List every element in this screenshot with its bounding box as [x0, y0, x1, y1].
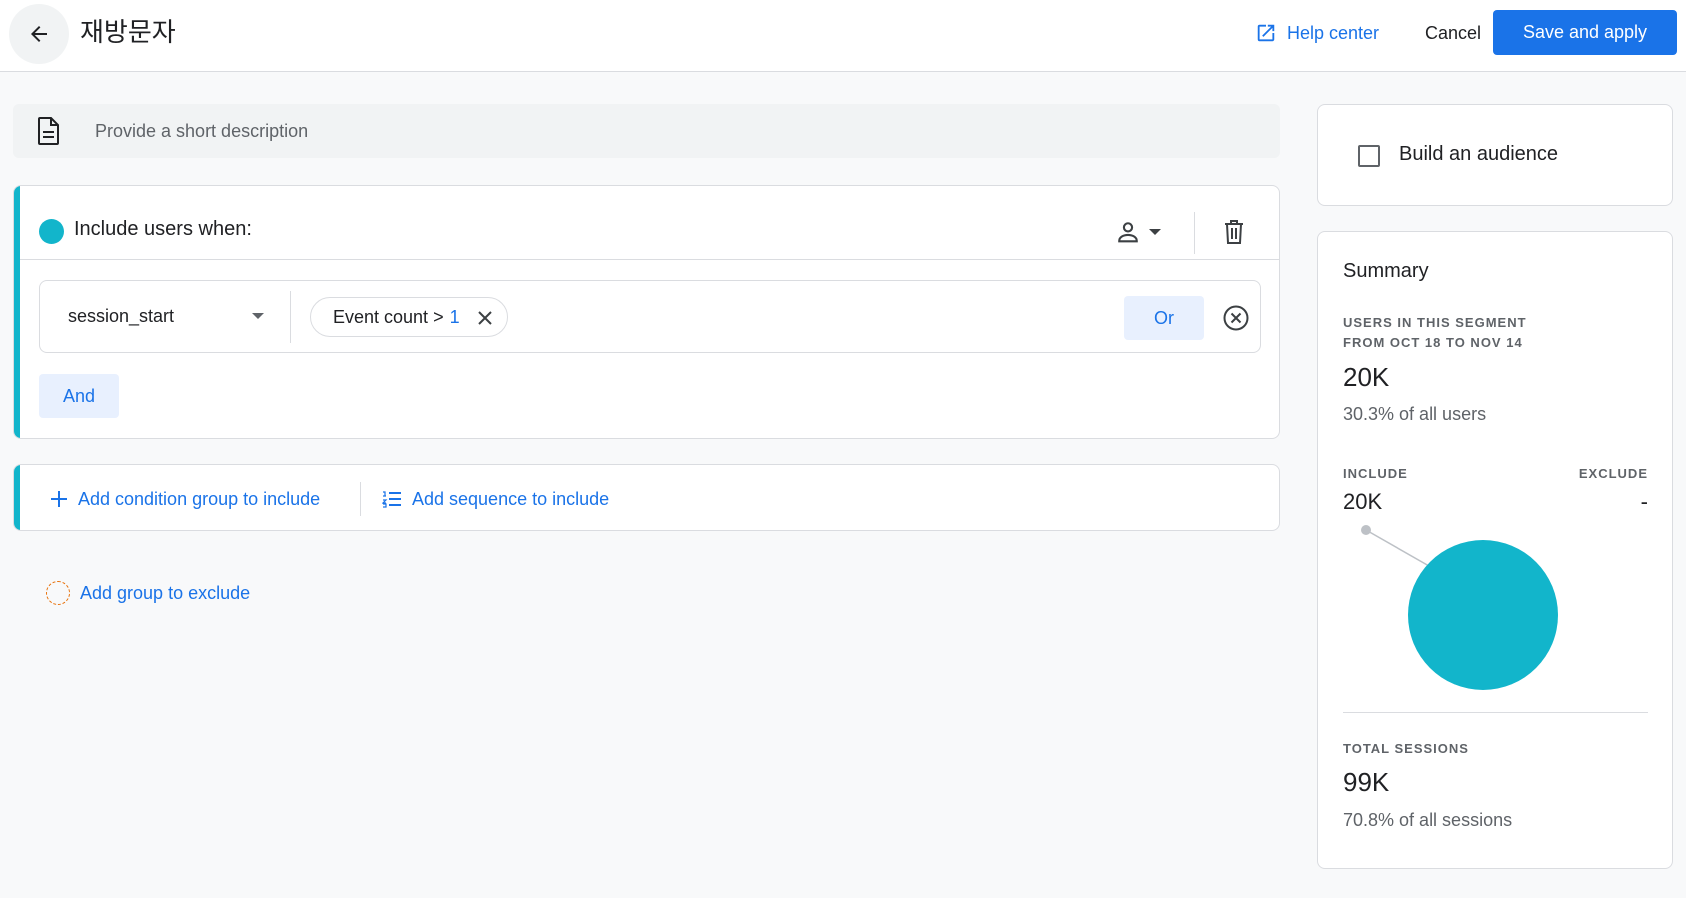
add-sequence-label: Add sequence to include: [412, 488, 610, 509]
description-icon: [38, 117, 59, 145]
chart-leader-line: [1365, 529, 1437, 571]
caret-down-icon: [1149, 229, 1161, 235]
build-audience-label: Build an audience: [1399, 143, 1559, 165]
add-sequence-button[interactable]: Add sequence to include: [382, 483, 609, 515]
add-include-card: Add condition group to include Add seque…: [13, 464, 1280, 531]
arrow-back-icon: [31, 26, 47, 42]
include-indicator: [39, 219, 64, 244]
cancel-button[interactable]: Cancel: [1405, 10, 1501, 56]
filter-value: 1: [449, 306, 460, 327]
condition-row: session_start Event count > 1 Or: [39, 280, 1261, 353]
back-button[interactable]: [9, 4, 69, 64]
build-audience-checkbox[interactable]: [1358, 145, 1380, 167]
total-sessions-value: 99K: [1343, 767, 1390, 797]
page-title: 재방문자: [80, 18, 176, 48]
add-actions-divider: [360, 482, 361, 516]
users-in-segment-value: 20K: [1343, 362, 1390, 392]
trash-icon: [1225, 220, 1243, 244]
users-caption-line1: USERS IN THIS SEGMENT: [1343, 315, 1527, 330]
add-exclude-label: Add group to exclude: [80, 582, 251, 603]
save-and-apply-button[interactable]: Save and apply: [1493, 10, 1677, 55]
summary-title: Summary: [1343, 260, 1429, 282]
summary-card: Summary USERS IN THIS SEGMENT FROM OCT 1…: [1317, 231, 1673, 869]
open-in-new-icon: [1257, 24, 1275, 42]
header-divider: [1194, 212, 1195, 254]
description-input[interactable]: [95, 104, 1245, 158]
include-accent-bar: [14, 186, 20, 438]
delete-group-button[interactable]: [1214, 212, 1254, 252]
add-group-to-exclude-button[interactable]: Add group to exclude: [46, 578, 250, 608]
summary-divider: [1343, 712, 1648, 713]
parameter-filter-chip[interactable]: Event count > 1: [310, 297, 508, 337]
event-select-caret-icon: [252, 313, 264, 319]
include-condition-group: Include users when: session_start Event …: [13, 185, 1280, 439]
include-group-title: Include users when:: [74, 218, 252, 240]
add-condition-group-button[interactable]: Add condition group to include: [50, 483, 320, 515]
chart-leader-dot: [1361, 525, 1371, 535]
close-icon[interactable]: [475, 308, 495, 328]
include-label: INCLUDE: [1343, 466, 1408, 481]
users-share: 30.3% of all users: [1343, 404, 1487, 424]
exclude-value: -: [1640, 489, 1648, 514]
remove-condition-icon[interactable]: [1221, 303, 1251, 333]
total-sessions-caption: TOTAL SESSIONS: [1343, 741, 1469, 756]
exclude-dashed-circle-icon: [46, 581, 70, 605]
sessions-share: 70.8% of all sessions: [1343, 810, 1513, 830]
description-field: [13, 104, 1280, 158]
help-center-label: Help center: [1287, 22, 1380, 43]
condition-divider: [290, 291, 291, 343]
include-value: 20K: [1343, 489, 1383, 514]
exclude-label: EXCLUDE: [1578, 466, 1648, 481]
event-name: session_start: [68, 306, 175, 326]
users-caption-line2: FROM OCT 18 TO NOV 14: [1343, 335, 1523, 350]
segment-overlap-chart: [1361, 525, 1558, 690]
help-center-link[interactable]: Help center: [1255, 18, 1379, 48]
or-button[interactable]: Or: [1124, 296, 1204, 340]
add-accent-bar: [14, 465, 20, 530]
top-bar: 재방문자 Help center Cancel Save and apply: [0, 0, 1686, 72]
filter-label: Event count >: [333, 306, 444, 327]
build-audience-card: Build an audience: [1317, 104, 1673, 206]
plus-icon: [51, 491, 67, 507]
add-condition-group-label: Add condition group to include: [78, 488, 321, 509]
and-button[interactable]: And: [39, 374, 119, 418]
group-header-divider: [20, 259, 1279, 260]
list-numbered-icon: [382, 491, 401, 508]
condition-scope-dropdown[interactable]: [1114, 212, 1176, 252]
person-icon: [1118, 222, 1138, 243]
include-circle: [1408, 540, 1558, 690]
